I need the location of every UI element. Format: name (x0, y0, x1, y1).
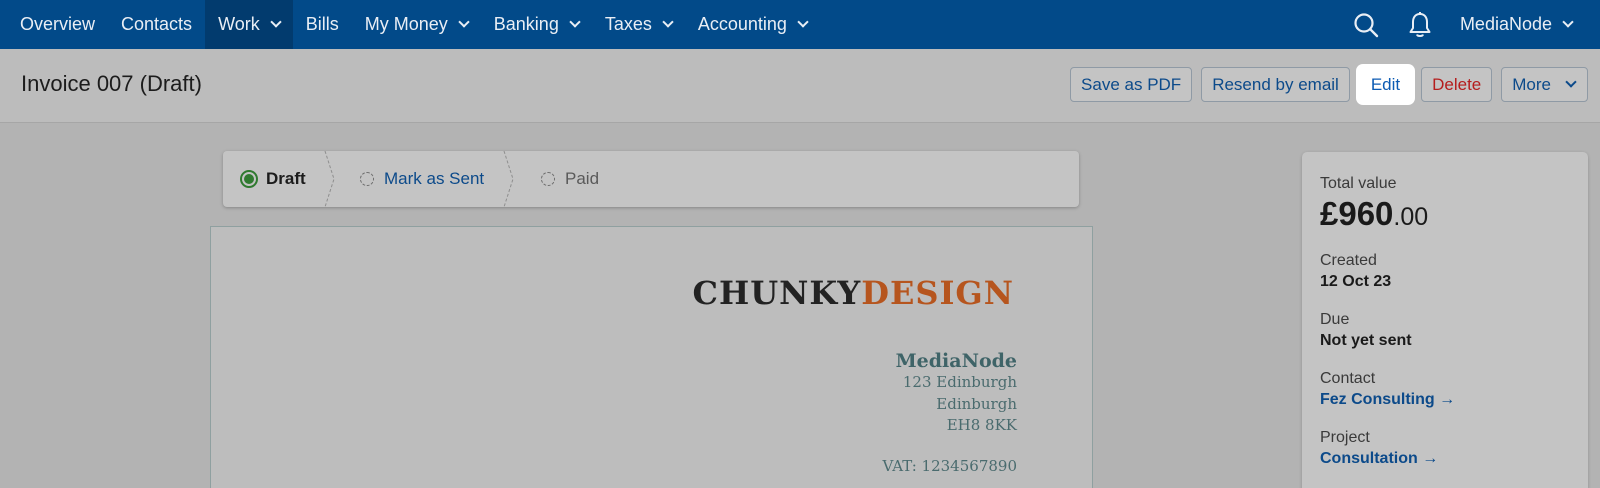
nav-taxes-label: Taxes (604, 14, 652, 34)
user-menu[interactable]: MediaNode (1460, 14, 1600, 35)
due-label: Due (1320, 311, 1350, 328)
more-button-label: More (1512, 74, 1551, 94)
nav-accounting-label: Accounting (697, 14, 787, 34)
save-as-pdf-button[interactable]: Save as PDF (1070, 67, 1193, 102)
chevron-down-icon (797, 16, 809, 28)
total-value-decimal: .00 (1393, 203, 1429, 231)
logo-part-2: DESIGN (861, 274, 1014, 312)
nav-banking-label: Banking (493, 14, 559, 34)
nav-overview[interactable]: Overview (0, 0, 108, 49)
company-address: MediaNode 123 Edinburgh Edinburgh EH8 8K… (882, 350, 1017, 477)
search-icon[interactable] (1352, 11, 1380, 39)
page-header: Invoice 007 (Draft) Save as PDF Resend b… (0, 49, 1600, 123)
nav-overview-label: Overview (20, 14, 96, 34)
empty-circle-icon (541, 172, 555, 186)
invoice-summary-panel: Total value £960.00 Created 12 Oct 23 Du… (1302, 152, 1588, 488)
invoice-status-stepper: Draft Mark as Sent Paid (223, 151, 1079, 207)
project-link[interactable]: Consultation → (1320, 448, 1570, 470)
header-actions: Save as PDF Resend by email Edit Delete … (1070, 67, 1588, 102)
nav-right-group: MediaNode (1352, 0, 1600, 49)
total-value-main: £960 (1320, 195, 1394, 232)
step-mark-as-sent[interactable]: Mark as Sent (332, 151, 514, 207)
step-draft: Draft (223, 151, 335, 207)
address-line-3: EH8 8KK (946, 416, 1017, 434)
mark-as-sent-link[interactable]: Mark as Sent (384, 169, 484, 189)
step-paid: Paid (511, 151, 599, 207)
nav-accounting[interactable]: Accounting (685, 0, 820, 49)
nav-my-money[interactable]: My Money (352, 0, 481, 49)
chevron-down-icon (1562, 16, 1574, 28)
nav-bills-label: Bills (305, 14, 339, 34)
check-circle-icon (240, 170, 258, 188)
nav-contacts[interactable]: Contacts (108, 0, 205, 49)
contact-link[interactable]: Fez Consulting → (1320, 389, 1570, 411)
chevron-down-icon (270, 16, 282, 28)
edit-button[interactable]: Edit (1358, 67, 1413, 102)
nav-banking[interactable]: Banking (481, 0, 592, 49)
nav-contacts-label: Contacts (121, 14, 193, 34)
contact-label: Contact (1320, 370, 1376, 387)
company-logo: CHUNKYDESIGN (693, 274, 1014, 312)
top-navigation: Overview Contacts Work Bills My Money Ba… (0, 0, 1600, 49)
nav-taxes[interactable]: Taxes (592, 0, 685, 49)
address-line-2: Edinburgh (936, 394, 1017, 413)
chevron-down-icon (1565, 76, 1577, 88)
resend-by-email-button[interactable]: Resend by email (1201, 67, 1350, 102)
chevron-down-icon (569, 16, 581, 28)
company-name: MediaNode (895, 350, 1017, 372)
vat-number: VAT: 1234567890 (882, 456, 1017, 475)
page-title: Invoice 007 (Draft) (21, 71, 202, 96)
bell-icon[interactable] (1406, 11, 1434, 39)
logo-part-1: CHUNKY (692, 274, 862, 312)
nav-work-label: Work (218, 14, 260, 34)
created-label: Created (1320, 252, 1377, 269)
created-value: 12 Oct 23 (1320, 273, 1392, 290)
delete-button[interactable]: Delete (1421, 67, 1493, 102)
nav-bills[interactable]: Bills (293, 0, 352, 49)
total-value-label: Total value (1320, 175, 1397, 192)
due-value: Not yet sent (1320, 332, 1412, 349)
nav-my-money-label: My Money (364, 14, 448, 34)
empty-circle-icon (360, 172, 374, 186)
address-line-1: 123 Edinburgh (902, 373, 1017, 391)
invoice-preview: CHUNKYDESIGN MediaNode 123 Edinburgh Edi… (210, 226, 1093, 488)
nav-work[interactable]: Work (205, 0, 293, 49)
chevron-down-icon (662, 16, 674, 28)
user-name: MediaNode (1459, 14, 1552, 34)
project-label: Project (1320, 429, 1370, 446)
more-button[interactable]: More (1501, 67, 1588, 102)
step-paid-label: Paid (565, 169, 600, 188)
total-value: £960.00 (1320, 194, 1570, 237)
step-draft-label: Draft (266, 169, 306, 188)
chevron-down-icon (458, 16, 470, 28)
